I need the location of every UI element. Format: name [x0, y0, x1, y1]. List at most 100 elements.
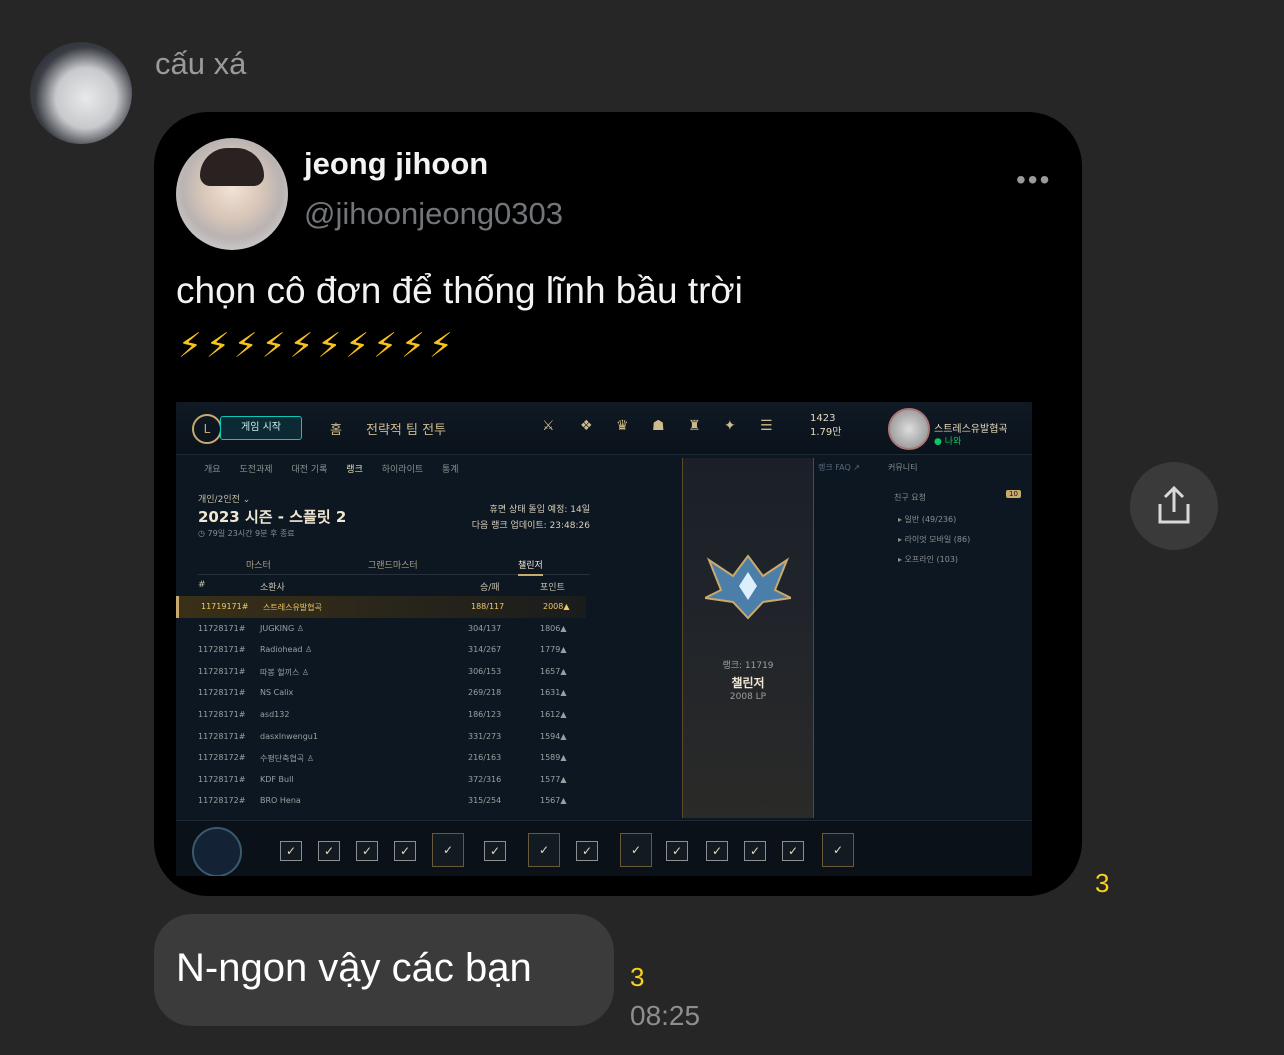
ladder-cell-rank: 11728171# — [198, 645, 246, 655]
header-summoner: 소환사 — [260, 583, 285, 593]
collection-icon: ❖ — [580, 418, 593, 434]
champion-check-icon: ✓ — [484, 841, 506, 861]
armory-icon: ⚔ — [542, 418, 555, 434]
summoner-avatar — [888, 408, 930, 450]
decay-info: 휴면 상태 돌입 예정: 14일 — [489, 505, 590, 515]
crafting-icon: ♜ — [688, 418, 701, 434]
ladder-cell-name: JUGKING ♙ — [260, 623, 304, 633]
currency-display: 1423 1.79만 — [810, 412, 841, 440]
ladder-cell-wl: 269/218 — [468, 688, 502, 698]
ladder-cell-rank: 11728172# — [198, 753, 246, 763]
header-rank: # — [198, 580, 206, 590]
tab-master: 마스터 — [246, 561, 271, 571]
ladder-cell-wl: 304/137 — [468, 623, 502, 633]
subnav-rank: 랭크 — [346, 465, 363, 475]
ladder-headers: # 소환사 승/패 포인트 — [198, 580, 590, 594]
ladder-cell-rank: 11728171# — [198, 709, 246, 719]
ladder-row: 11728171# Radiohead ♙ 314/267 1779▲ — [176, 639, 586, 661]
subnav-challenges: 도전과제 — [239, 465, 273, 475]
season-title: 2023 시즌 - 스플릿 2 — [198, 508, 347, 526]
queue-selector: 개인/2인전 ⌄ — [198, 495, 251, 505]
champion-check-icon: ✓ — [822, 833, 854, 867]
subnav-highlights: 하이라이트 — [381, 465, 424, 475]
subnav-overview: 개요 — [204, 465, 221, 475]
ladder-row: 11728171# dasxlnwengu1 331/273 1594▲ — [176, 726, 586, 748]
ladder-cell-lp: 1631▲ — [540, 688, 567, 698]
tweet-author-avatar[interactable] — [176, 138, 288, 250]
subnav-stats: 통계 — [442, 465, 459, 475]
subnav-match-history: 대전 기록 — [291, 465, 328, 475]
share-button[interactable] — [1130, 462, 1218, 550]
rank-number: 랭크: 11719 — [722, 661, 774, 671]
profile-subnav: 개요 도전과제 대전 기록 랭크 하이라이트 통계 — [204, 462, 475, 475]
ladder-cell-rank: 11728171# — [198, 774, 246, 784]
champion-check-icon: ✓ — [744, 841, 766, 861]
ladder-cell-name: 수평단축협곡 ♙ — [260, 754, 314, 764]
ladder-row: 11728172# 수평단축협곡 ♙ 216/163 1589▲ — [176, 747, 586, 769]
sender-avatar[interactable] — [30, 42, 132, 144]
ladder-cell-lp: 2008▲ — [543, 602, 570, 611]
champion-check-icon: ✓ — [706, 841, 728, 861]
ladder-cell-rank: 11728172# — [198, 796, 246, 806]
nav-tft: 전략적 팀 전투 — [366, 423, 447, 438]
ladder-cell-name: asd132 — [260, 709, 290, 719]
ladder-cell-wl: 372/316 — [468, 774, 502, 784]
clash-icon: ✦ — [724, 418, 736, 434]
ladder-row: 11728171# asd132 186/123 1612▲ — [176, 704, 586, 726]
summoner-name: 스트레스유발협곡 — [934, 424, 1008, 435]
ladder-cell-name: dasxlnwengu1 — [260, 731, 318, 741]
champion-check-icon: ✓ — [318, 841, 340, 861]
store-icon: ☰ — [760, 418, 773, 434]
friend-request-badge: 10 — [1006, 490, 1021, 498]
ladder-list: 11719171# 스트레스유발협곡 188/117 2008▲ 11728171# JU… — [176, 596, 586, 812]
ladder-row: 11728171# JUGKING ♙ 304/137 1806▲ — [176, 618, 586, 640]
tweet-image-lol-client[interactable]: L 게임 시작 홈 전략적 팀 전투 ⚔ ❖ ♛ ☗ ♜ ✦ ☰ 1423 1.… — [176, 402, 1032, 876]
message-bubble[interactable]: N-ngon vậy các bạn — [154, 914, 614, 1026]
tweet-author-handle[interactable]: @jihoonjeong0303 — [304, 196, 563, 232]
message-text: N-ngon vậy các bạn — [176, 946, 532, 990]
be-currency: 1423 — [810, 413, 836, 424]
friend-requests: 친구 요청 — [894, 493, 926, 502]
ladder-cell-wl: 186/123 — [468, 709, 502, 719]
ladder-row: 11728171# NS Calix 269/218 1631▲ — [176, 682, 586, 704]
tweet-text: chọn cô đơn để thống lĩnh bầu trời — [176, 270, 743, 311]
more-dots-icon[interactable]: ••• — [1016, 164, 1051, 196]
ladder-row: 11719171# 스트레스유발협곡 188/117 2008▲ — [176, 596, 586, 618]
ladder-cell-name: BRO Hena — [260, 796, 301, 806]
champion-check-icon: ✓ — [280, 841, 302, 861]
ladder-cell-rank: 11728171# — [198, 623, 246, 633]
summoner-status: ● 나와 — [934, 437, 962, 447]
ladder-cell-wl: 331/273 — [468, 731, 502, 741]
header-wl: 승/패 — [480, 583, 500, 593]
rp-currency: 1.79만 — [810, 427, 842, 438]
group-offline: ▸ 오프라인 (103) — [898, 555, 959, 564]
client-bottom-bar: ✓ ✓ ✓ ✓ ✓ ✓ ✓ ✓ ✓ ✓ ✓ ✓ ✓ ✓ — [176, 820, 1032, 876]
ladder-cell-lp: 1657▲ — [540, 666, 567, 676]
lol-logo-icon: L — [192, 414, 222, 444]
champion-check-icon: ✓ — [528, 833, 560, 867]
play-button: 게임 시작 — [220, 416, 302, 440]
ladder-cell-rank: 11719171# — [201, 602, 249, 611]
challenger-crest-icon — [705, 554, 791, 620]
group-general: ▸ 일반 (49/236) — [898, 515, 957, 524]
sender-name: cấu xá — [155, 46, 247, 81]
tweet-reaction-count[interactable]: 3 — [1095, 868, 1109, 899]
shared-tweet-card[interactable]: jeong jihoon @jihoonjeong0303 ••• chọn c… — [154, 112, 1082, 896]
champion-check-icon: ✓ — [620, 833, 652, 867]
rank-lp: 2008 LP — [729, 692, 767, 702]
rank-info: 휴면 상태 돌입 예정: 14일 다음 랭크 업데이트: 23:48:26 — [456, 502, 590, 534]
social-title: 커뮤니티 — [888, 463, 918, 472]
champion-check-icon: ✓ — [356, 841, 378, 861]
ladder-cell-lp: 1577▲ — [540, 774, 567, 784]
tweet-author-name[interactable]: jeong jihoon — [304, 146, 488, 182]
tab-challenger: 챌린저 — [518, 558, 543, 576]
message-reaction-count[interactable]: 3 — [630, 962, 644, 993]
ladder-row: 11728172# BRO Hena 315/254 1567▲ — [176, 790, 586, 812]
group-mobile: ▸ 라이엇 모바일 (86) — [898, 535, 971, 544]
nav-home: 홈 — [330, 423, 342, 438]
ladder-tabs: 마스터 그랜드마스터 챌린저 — [198, 554, 590, 576]
ladder-cell-wl: 306/153 — [468, 666, 502, 676]
ladder-cell-wl: 314/267 — [468, 645, 502, 655]
header-lp: 포인트 — [540, 583, 565, 593]
ladder-cell-name: Radiohead ♙ — [260, 645, 313, 655]
